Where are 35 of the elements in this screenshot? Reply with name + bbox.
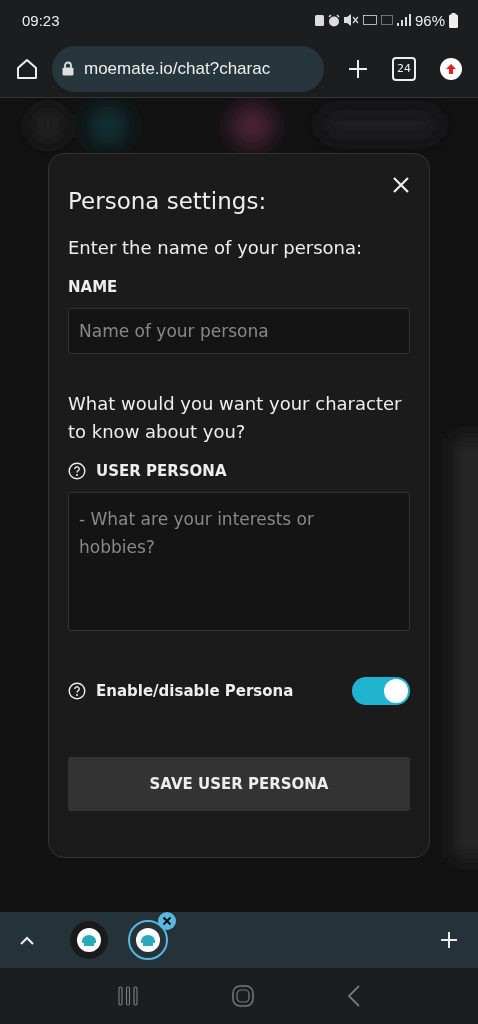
tab-count-button[interactable]: 24 [392, 56, 416, 81]
close-icon[interactable] [392, 176, 410, 194]
home-button-icon[interactable] [232, 985, 254, 1007]
lock-icon [62, 61, 74, 76]
alarm-icon [327, 13, 340, 27]
plus-icon[interactable] [348, 58, 368, 79]
persona-label: USER PERSONA [96, 462, 227, 480]
upload-icon[interactable] [440, 57, 462, 80]
help-icon[interactable] [68, 462, 86, 480]
persona-question: What would you want your character to know about you? [68, 392, 403, 444]
save-button[interactable]: SAVE USER PERSONA [68, 757, 410, 811]
status-time: 09:23 [22, 11, 60, 29]
plus-icon[interactable] [440, 931, 458, 949]
persona-field[interactable]: - What are your interests or hobbies? [68, 492, 410, 631]
browser-tab[interactable] [70, 921, 108, 959]
mute-icon [343, 14, 359, 26]
helmet-icon [136, 928, 160, 952]
persona-toggle[interactable] [352, 677, 410, 705]
address-bar[interactable]: moemate.io/chat?charac [52, 45, 324, 92]
back-icon[interactable] [347, 985, 362, 1007]
url-text: moemate.io/chat?charac [84, 58, 271, 79]
name-prompt: Enter the name of your persona: [68, 236, 364, 260]
helmet-icon [77, 928, 101, 952]
recent-apps-icon[interactable] [116, 986, 139, 1006]
home-icon[interactable] [16, 57, 38, 80]
close-tab-icon[interactable] [158, 912, 176, 930]
name-label: NAME [68, 278, 119, 296]
name-field[interactable]: Name of your persona [68, 308, 410, 354]
dialog-title: Persona settings: [68, 188, 267, 214]
battery-percent: 96% [414, 11, 445, 29]
toggle-label: Enable/disable Persona [96, 682, 295, 700]
battery-icon [449, 12, 458, 28]
signal-icon [396, 14, 411, 26]
help-icon[interactable] [68, 682, 86, 700]
chevron-up-icon[interactable] [20, 935, 34, 945]
